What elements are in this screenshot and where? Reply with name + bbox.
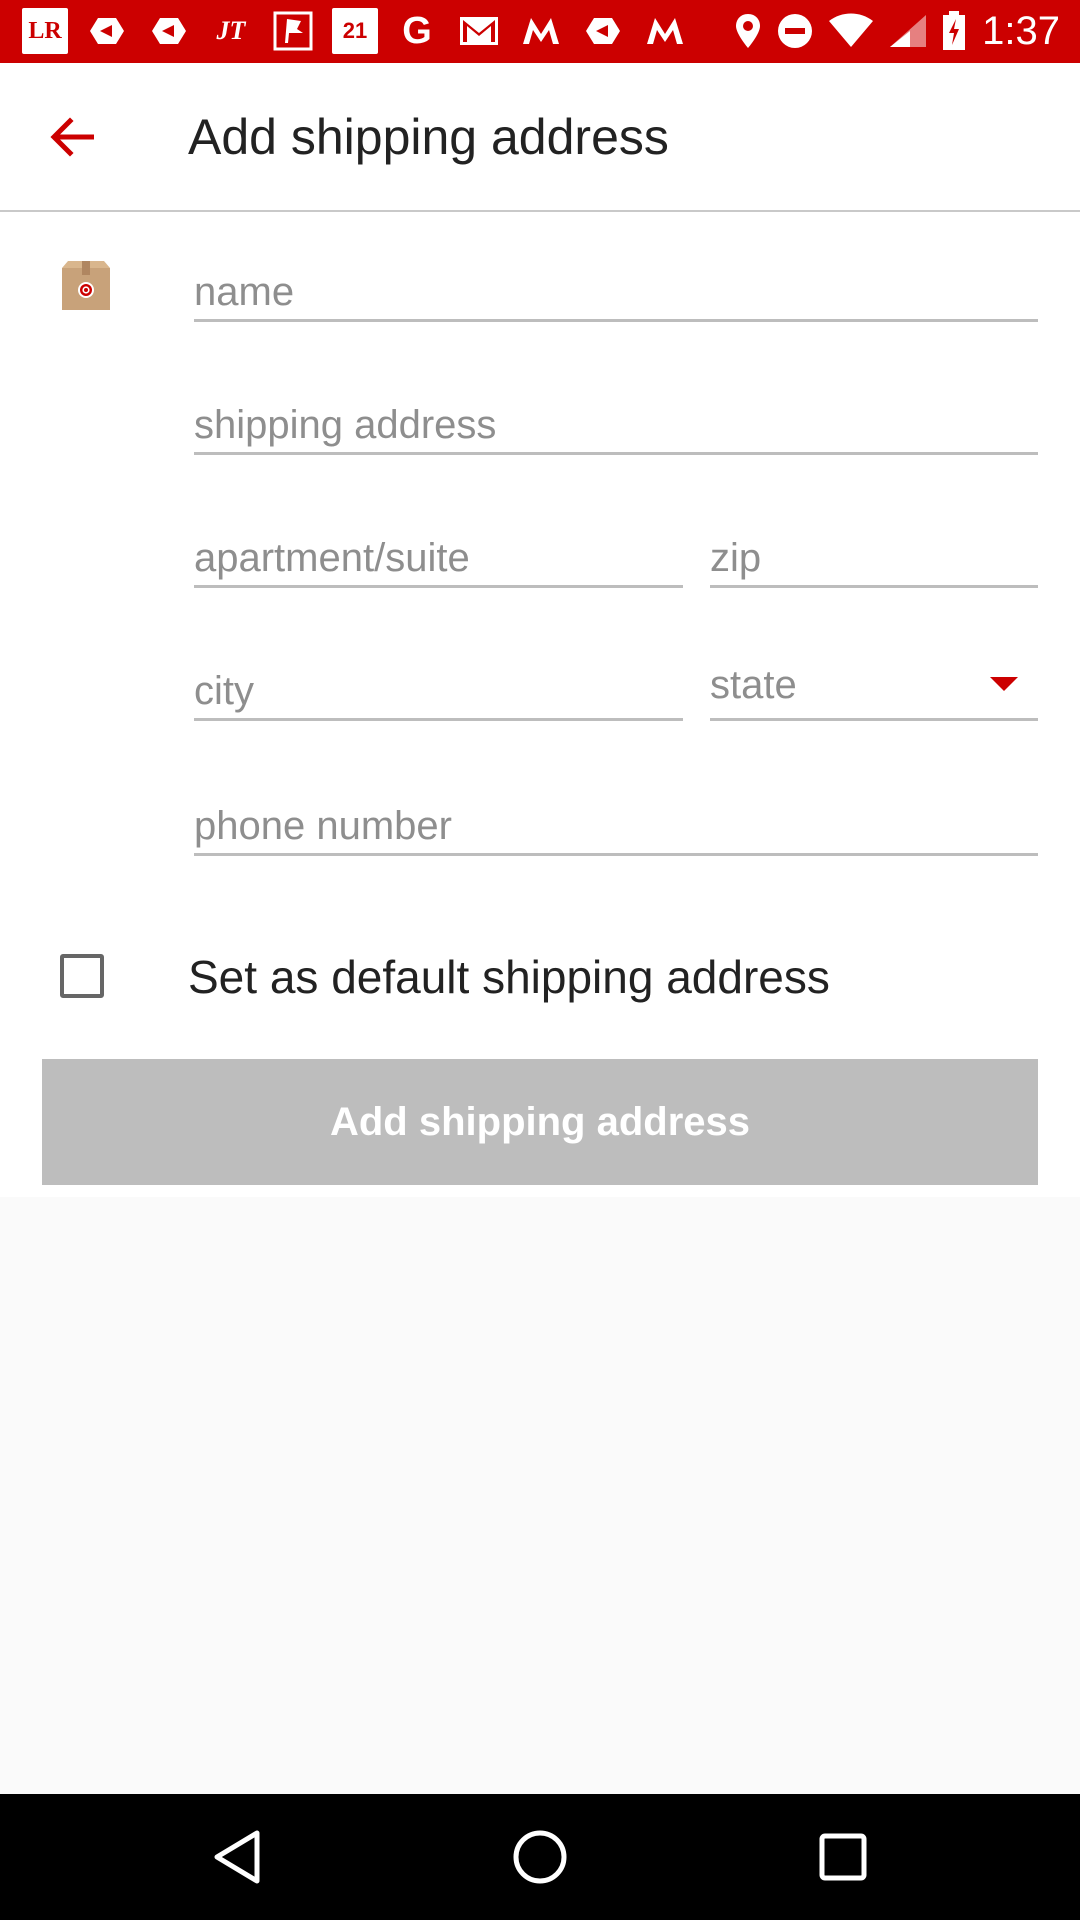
slides-icon [146, 8, 192, 54]
zip-field[interactable] [710, 508, 1038, 597]
forever21-icon: 21 [332, 8, 378, 54]
flag-icon [270, 8, 316, 54]
slides-icon [580, 8, 626, 54]
default-address-checkbox[interactable] [60, 954, 104, 998]
jt-app-icon: JT [216, 16, 246, 45]
myntra-icon [642, 8, 688, 54]
nav-back-button[interactable] [204, 1824, 270, 1890]
arrow-back-icon [50, 117, 94, 157]
square-recents-icon [819, 1833, 867, 1881]
city-input[interactable] [194, 641, 683, 730]
triangle-back-icon [214, 1830, 260, 1884]
nav-home-button[interactable] [507, 1824, 573, 1890]
state-dropdown[interactable]: state [710, 641, 1038, 721]
nav-recents-button[interactable] [810, 1824, 876, 1890]
circle-home-icon [513, 1830, 567, 1884]
lr-app-icon: LR [22, 8, 68, 54]
zip-input[interactable] [710, 508, 1038, 597]
battery-charging-icon [942, 11, 966, 51]
app-bar: Add shipping address [0, 63, 1080, 212]
wifi-icon [828, 13, 874, 49]
slides-icon [84, 8, 130, 54]
phone-field[interactable] [194, 776, 1038, 865]
address-form: state Set as default shipping address Ad… [0, 212, 1080, 1197]
myntra-icon [518, 8, 564, 54]
apartment-input[interactable] [194, 508, 683, 597]
name-input[interactable] [194, 242, 1038, 331]
status-bar: LR JT 21 G 1:37 [0, 0, 1080, 63]
signal-icon [888, 13, 928, 49]
city-field[interactable] [194, 641, 683, 730]
default-address-label[interactable]: Set as default shipping address [188, 950, 830, 1004]
google-icon: G [402, 9, 432, 52]
package-icon [60, 260, 112, 312]
name-field[interactable] [194, 242, 1038, 331]
location-icon [734, 12, 762, 50]
gmail-icon [456, 8, 502, 54]
apartment-field[interactable] [194, 508, 683, 597]
system-icons: 1:37 [720, 6, 1060, 56]
navigation-bar [0, 1794, 1080, 1920]
shipping-address-field[interactable] [194, 375, 1038, 464]
back-button[interactable] [42, 107, 102, 167]
clock-time: 1:37 [982, 8, 1060, 53]
notification-icons: LR JT 21 G [22, 8, 704, 54]
state-label: state [710, 663, 797, 707]
add-shipping-address-button[interactable]: Add shipping address [42, 1059, 1038, 1185]
phone-input[interactable] [194, 776, 1038, 865]
do-not-disturb-icon [776, 12, 814, 50]
page-title: Add shipping address [188, 109, 669, 165]
shipping-address-input[interactable] [194, 375, 1038, 464]
dropdown-arrow-icon [990, 677, 1018, 691]
